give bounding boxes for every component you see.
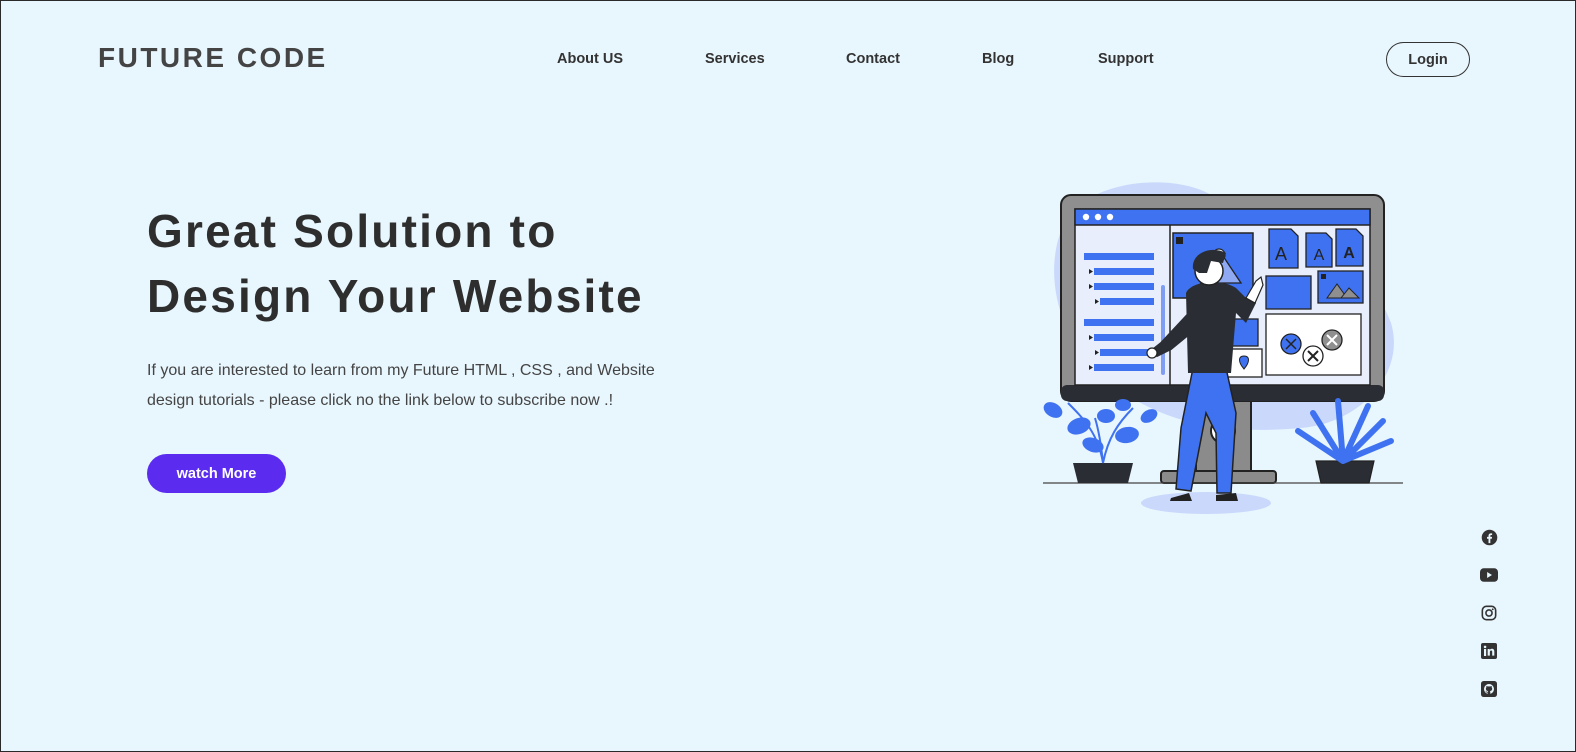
hero-title-line-1: Great Solution to: [147, 205, 558, 257]
watch-more-button[interactable]: watch More: [147, 454, 286, 493]
hero-title: Great Solution to Design Your Website: [147, 199, 797, 329]
svg-text:A: A: [1343, 245, 1355, 262]
youtube-icon[interactable]: [1479, 565, 1499, 585]
hero-description: If you are interested to learn from my F…: [147, 362, 655, 409]
svg-text:A: A: [1275, 244, 1287, 264]
browser-bar: [1074, 208, 1371, 226]
web-design-illustration: A A A: [1043, 182, 1403, 514]
nav-link-contact[interactable]: Contact: [846, 51, 900, 67]
facebook-icon[interactable]: [1479, 527, 1499, 547]
nav-link-support[interactable]: Support: [1098, 51, 1154, 67]
nav-link-about-us[interactable]: About US: [557, 51, 623, 67]
github-icon[interactable]: [1479, 679, 1499, 699]
top-navbar: FUTURE CODE About US Services Contact Bl…: [1, 1, 1576, 119]
nav-link-services[interactable]: Services: [705, 51, 765, 67]
svg-text:A: A: [1314, 247, 1325, 264]
brand-logo[interactable]: FUTURE CODE: [98, 42, 328, 74]
hero-title-line-2: Design Your Website: [147, 270, 644, 322]
instagram-icon[interactable]: [1479, 603, 1499, 623]
nav-link-blog[interactable]: Blog: [982, 51, 1014, 67]
linkedin-icon[interactable]: [1479, 641, 1499, 661]
login-button[interactable]: Login: [1386, 42, 1470, 77]
